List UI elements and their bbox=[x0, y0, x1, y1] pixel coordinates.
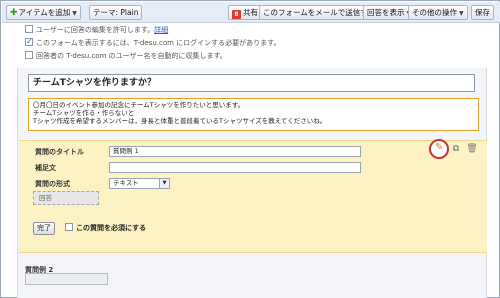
collect-username-checkbox[interactable] bbox=[25, 51, 33, 59]
description-line: Tシャツ作成を希望するメンバーは，身長と体重と普段着ているTシャツサイズを教えて… bbox=[33, 117, 327, 125]
plus-icon: ✚ bbox=[10, 8, 18, 18]
toolbar: ✚アイテムを追加 ▼ テーマ: Plain 8 共有 このフォームをメールで送信する… bbox=[2, 2, 500, 23]
question-2-answer-input[interactable] bbox=[25, 273, 108, 285]
required-option: この質問を必須にする bbox=[65, 223, 146, 234]
other-actions-button[interactable]: その他の操作 ▼ bbox=[408, 5, 468, 20]
description-line: チームTシャツを作る・作らないと bbox=[33, 109, 135, 117]
copy-icon[interactable]: ⧉ bbox=[450, 143, 462, 155]
pencil-icon: ✎ bbox=[435, 142, 444, 153]
email-form-button[interactable]: このフォームをメールで送信する bbox=[259, 5, 380, 20]
description-line: 〇月〇日のイベント参加の記念にチームTシャツを作りたいと思います。 bbox=[33, 101, 245, 109]
trash-icon[interactable]: 🗑 bbox=[466, 143, 478, 155]
share-button[interactable]: 8 共有 bbox=[228, 5, 262, 20]
form-description-textarea[interactable]: 〇月〇日のイベント参加の記念にチームTシャツを作りたいと思います。 チームTシャ… bbox=[28, 98, 479, 131]
done-button[interactable]: 完了 bbox=[33, 222, 55, 235]
required-checkbox[interactable] bbox=[65, 223, 73, 231]
require-login-option: このフォームを表示するには、T-desu.com にログインする必要があります。 bbox=[25, 36, 280, 49]
form-title-input[interactable]: チームTシャツを作りますか？ bbox=[28, 74, 475, 92]
add-item-button[interactable]: ✚アイテムを追加 ▼ bbox=[6, 5, 81, 20]
require-login-checkbox[interactable] bbox=[25, 36, 33, 47]
theme-button[interactable]: テーマ: Plain bbox=[89, 5, 143, 20]
chevron-down-icon: ▼ bbox=[159, 179, 169, 188]
edit-question-button[interactable]: ✎ bbox=[429, 139, 449, 159]
allow-edit-option: ユーザーに回答の編集を許可します。詳細 bbox=[25, 25, 168, 36]
details-link[interactable]: 詳細 bbox=[154, 26, 168, 34]
chevron-down-icon: ▼ bbox=[459, 10, 464, 17]
question-type-label: 質問の形式 bbox=[35, 180, 70, 188]
question-editor-panel: 質問のタイトル 質問例 1 補足文 質問の形式 テキスト ▼ 回答 完了 この質… bbox=[19, 140, 487, 253]
allow-edit-checkbox[interactable] bbox=[25, 25, 33, 33]
share-icon: 8 bbox=[232, 10, 241, 19]
save-button[interactable]: 保存 bbox=[471, 5, 494, 20]
question-type-select[interactable]: テキスト ▼ bbox=[109, 178, 170, 189]
question-title-input[interactable]: 質問例 1 bbox=[109, 146, 361, 157]
collect-username-option: 回答者の T-desu.com のユーザー名を自動的に収集します。 bbox=[25, 51, 227, 62]
answer-preview: 回答 bbox=[33, 191, 99, 205]
form-body: チームTシャツを作りますか？ 〇月〇日のイベント参加の記念にチームTシャツを作り… bbox=[17, 68, 487, 298]
form-editor-window: ✚アイテムを追加 ▼ テーマ: Plain 8 共有 このフォームをメールで送信する… bbox=[0, 0, 500, 298]
question-title-label: 質問のタイトル bbox=[35, 148, 84, 156]
help-text-label: 補足文 bbox=[35, 164, 56, 172]
help-text-input[interactable] bbox=[109, 162, 361, 173]
chevron-down-icon: ▼ bbox=[72, 10, 77, 17]
